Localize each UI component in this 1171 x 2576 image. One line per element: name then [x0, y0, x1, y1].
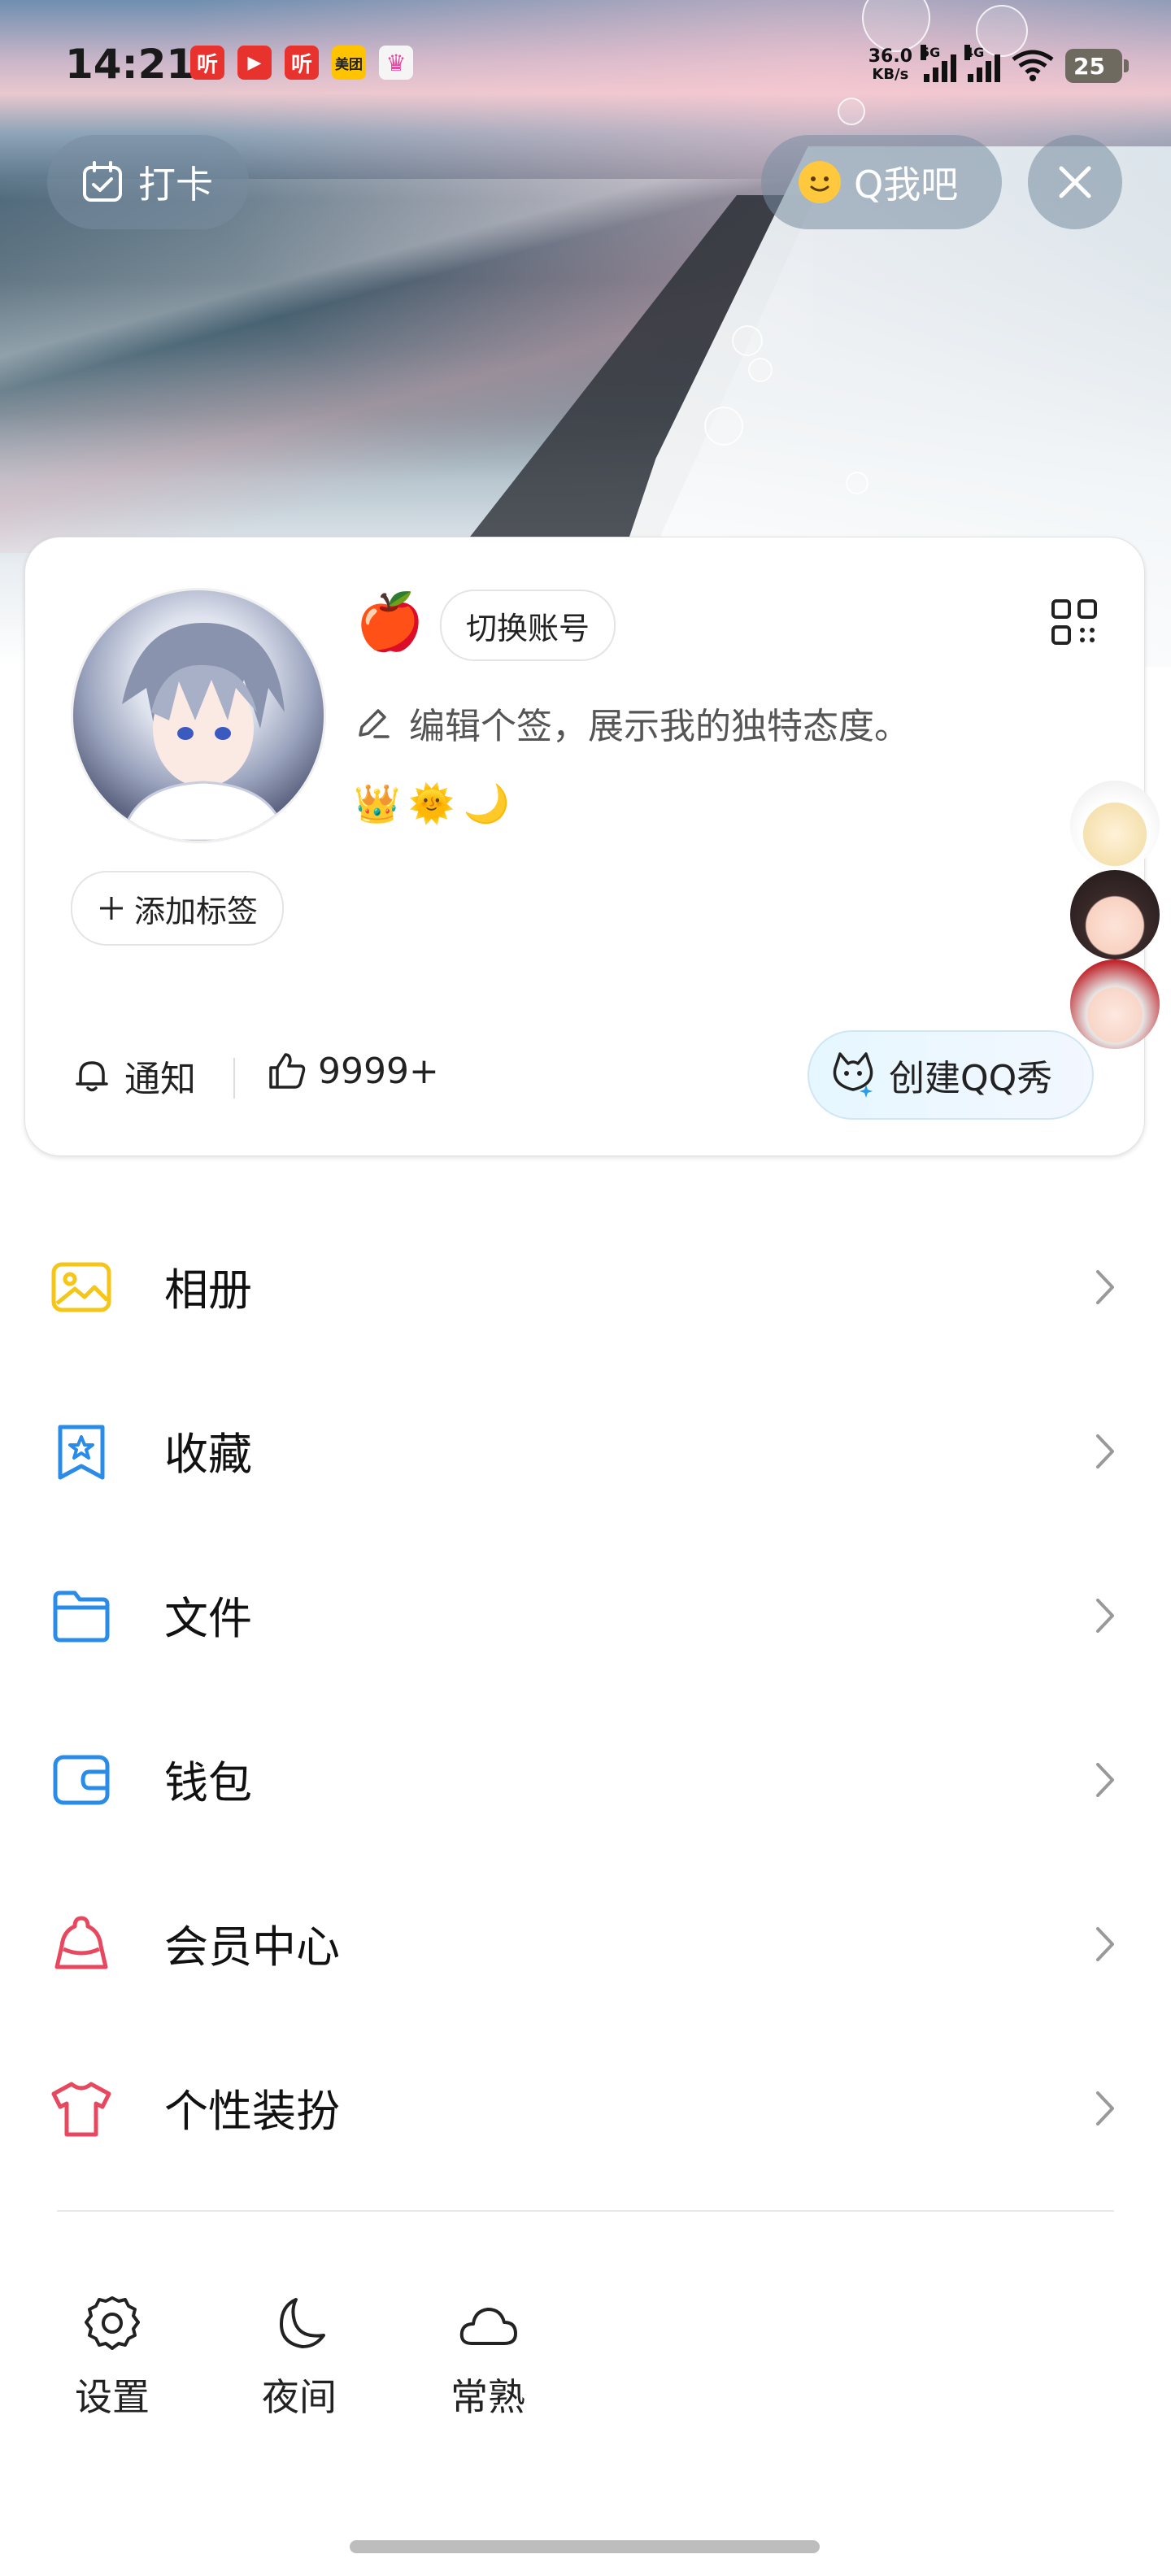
smiley-icon — [799, 161, 841, 203]
bubble — [748, 358, 773, 382]
signal-4g-icon: 4G — [964, 45, 1000, 82]
weather-location: 常熟 — [451, 2375, 525, 2419]
signal-5g-icon: 5G — [921, 45, 956, 82]
signature-text: 编辑个签，展示我的独特态度。 — [409, 706, 910, 747]
chibi-sticker-cat-ears — [1070, 870, 1160, 959]
close-button[interactable] — [1028, 135, 1122, 229]
menu-label-wallet: 钱包 — [164, 1756, 252, 1808]
weather-button[interactable]: 常熟 — [431, 2293, 545, 2422]
settings-label: 设置 — [75, 2375, 150, 2419]
close-icon — [1059, 166, 1091, 198]
profile-card: 🍎 切换账号 编辑个签，展示我的独特态度。 👑 🌞 🌙 添加标签 通知 9999… — [24, 537, 1145, 1156]
tshirt-icon — [51, 2082, 111, 2137]
bubble — [846, 472, 868, 494]
battery-icon: 25 — [1065, 49, 1129, 83]
wallet-icon — [53, 1755, 110, 1805]
avatar[interactable] — [71, 588, 326, 843]
network-speed-unit: KB/s — [872, 66, 909, 83]
menu-label-files: 文件 — [164, 1592, 252, 1644]
thumbs-up-icon — [269, 1053, 306, 1089]
home-indicator[interactable] — [350, 2540, 820, 2553]
album-icon — [51, 1262, 111, 1312]
menu-label-vip-center: 会员中心 — [164, 1921, 340, 1973]
notification-label: 通知 — [124, 1059, 196, 1100]
bottom-toolbar: 设置 夜间 常熟 — [0, 2293, 1171, 2431]
create-qqshow-button[interactable]: 创建QQ秀 — [808, 1030, 1094, 1120]
settings-button[interactable]: 设置 — [55, 2293, 169, 2422]
crown-app-icon: ♛ — [379, 46, 413, 80]
q-wo-ba-button[interactable]: Q我吧 — [761, 135, 1002, 229]
status-indicators: 36.0 KB/s 5G 4G 25 — [868, 37, 1129, 94]
bell-icon — [76, 1061, 108, 1092]
pencil-icon — [359, 709, 390, 738]
status-time: 14:21 — [65, 41, 195, 88]
night-mode-label: 夜间 — [262, 2375, 337, 2419]
checkin-button[interactable]: 打卡 — [47, 135, 249, 229]
ting-icon: 听 — [190, 46, 224, 80]
menu-label-album: 相册 — [164, 1264, 252, 1316]
battery-level: 25 — [1073, 52, 1105, 80]
network-speed: 36.0 KB/s — [868, 48, 912, 84]
bubble — [838, 98, 865, 125]
menu-item-favorites[interactable]: 收藏 — [0, 1368, 1171, 1532]
add-tag-label: 添加标签 — [134, 893, 259, 929]
likes-count: 9999+ — [318, 1050, 439, 1092]
apple-icon: 🍎 — [355, 590, 424, 655]
moon-badge-icon: 🌙 — [463, 781, 510, 825]
sim2-type: 4G — [964, 45, 985, 60]
bubble — [732, 325, 763, 356]
chevron-right-icon — [1096, 1763, 1114, 1797]
folder-icon — [53, 1590, 110, 1643]
menu-label-personalization: 个性装扮 — [164, 2085, 340, 2137]
menu-list: 相册 收藏 文件 钱包 会员中心 个性装扮 — [0, 1203, 1171, 2189]
level-badges[interactable]: 👑 🌞 🌙 — [354, 781, 510, 826]
status-bar: 14:21 听 ▶ 听 美团 ♛ 36.0 KB/s 5G 4G 25 — [65, 37, 1129, 94]
chevron-right-icon — [1096, 1927, 1114, 1961]
divider — [233, 1058, 235, 1099]
notification-button[interactable]: 通知 — [72, 1050, 196, 1102]
menu-divider — [57, 2210, 1114, 2212]
likes-button[interactable]: 9999+ — [266, 1050, 439, 1092]
crown-badge-icon: 👑 — [354, 781, 401, 825]
menu-item-files[interactable]: 文件 — [0, 1532, 1171, 1696]
add-tag-button[interactable]: 添加标签 — [71, 871, 285, 946]
qqshow-avatar-icon — [833, 1052, 873, 1098]
sun-badge-icon: 🌞 — [408, 781, 455, 825]
night-mode-button[interactable]: 夜间 — [242, 2293, 356, 2422]
menu-item-personalization[interactable]: 个性装扮 — [0, 2025, 1171, 2189]
signature-edit[interactable]: 编辑个签，展示我的独特态度。 — [354, 697, 910, 749]
chevron-right-icon — [1096, 1599, 1114, 1633]
chibi-sticker-blonde — [1070, 781, 1160, 870]
switch-account-button[interactable]: 切换账号 — [440, 590, 616, 661]
menu-item-album[interactable]: 相册 — [0, 1203, 1171, 1368]
chevron-right-icon — [1096, 1270, 1114, 1304]
cloud-icon — [459, 2308, 517, 2345]
calendar-check-icon — [83, 161, 122, 202]
moon-icon — [280, 2298, 325, 2348]
chibi-sticker-red-hat — [1070, 959, 1160, 1049]
create-qqshow-label: 创建QQ秀 — [889, 1058, 1053, 1099]
menu-item-vip-center[interactable]: 会员中心 — [0, 1860, 1171, 2025]
q-wo-ba-label: Q我吧 — [854, 163, 959, 207]
plus-icon — [100, 897, 123, 920]
menu-label-favorites: 收藏 — [164, 1428, 252, 1480]
checkin-label: 打卡 — [138, 163, 213, 207]
favorite-icon — [58, 1425, 105, 1480]
chibi-stickers[interactable] — [1065, 781, 1171, 1122]
bubble — [704, 407, 743, 446]
anime-avatar-illustration — [120, 623, 288, 841]
network-speed-value: 36.0 — [868, 46, 912, 67]
menu-item-wallet[interactable]: 钱包 — [0, 1696, 1171, 1860]
sim1-type: 5G — [921, 45, 941, 60]
gear-icon — [85, 2296, 140, 2350]
chevron-right-icon — [1096, 2091, 1114, 2126]
meituan-icon: 美团 — [332, 46, 366, 80]
qr-code-icon[interactable] — [1050, 598, 1099, 646]
video-icon: ▶ — [237, 46, 272, 80]
ting-icon-2: 听 — [285, 46, 319, 80]
chevron-right-icon — [1096, 1434, 1114, 1469]
wifi-icon — [1012, 50, 1054, 81]
vip-icon — [54, 1916, 108, 1969]
